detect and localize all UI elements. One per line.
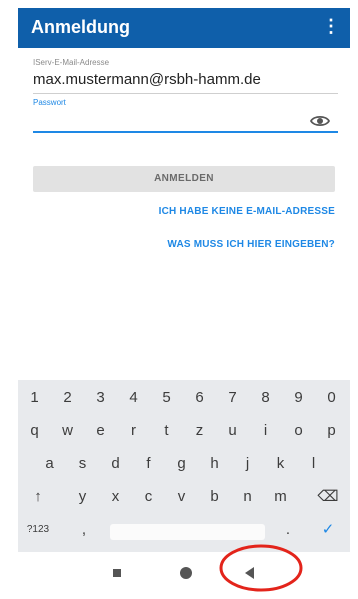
- key-s[interactable]: s: [68, 449, 97, 479]
- key-7[interactable]: 7: [218, 383, 247, 413]
- app-bar-title: Anmeldung: [31, 17, 130, 37]
- key-e[interactable]: e: [86, 416, 115, 446]
- key-3[interactable]: 3: [86, 383, 115, 413]
- recent-apps-icon[interactable]: [113, 569, 121, 577]
- what-to-enter-link[interactable]: WAS MUSS ICH HIER EINGEBEN?: [167, 239, 335, 250]
- key-r[interactable]: r: [119, 416, 148, 446]
- key-4[interactable]: 4: [119, 383, 148, 413]
- key-d[interactable]: d: [101, 449, 130, 479]
- key-w[interactable]: w: [53, 416, 82, 446]
- key-k[interactable]: k: [266, 449, 295, 479]
- email-label: IServ-E-Mail-Adresse: [33, 58, 110, 67]
- keyboard-number-row: 1 2 3 4 5 6 7 8 9 0: [18, 383, 350, 413]
- key-n[interactable]: n: [233, 482, 262, 512]
- key-b[interactable]: b: [200, 482, 229, 512]
- key-q[interactable]: q: [20, 416, 49, 446]
- overflow-menu-icon[interactable]: ⋮: [322, 16, 340, 36]
- key-1[interactable]: 1: [20, 383, 49, 413]
- key-9[interactable]: 9: [284, 383, 313, 413]
- key-z[interactable]: z: [185, 416, 214, 446]
- key-0[interactable]: 0: [317, 383, 346, 413]
- keyboard-row-3: ↑ y x c v b n m ⌫: [18, 482, 350, 512]
- key-m[interactable]: m: [266, 482, 295, 512]
- key-i[interactable]: i: [251, 416, 280, 446]
- key-h[interactable]: h: [200, 449, 229, 479]
- key-j[interactable]: j: [233, 449, 262, 479]
- key-y[interactable]: y: [68, 482, 97, 512]
- on-screen-keyboard: 1 2 3 4 5 6 7 8 9 0 q w e r t z u i o p …: [18, 380, 350, 552]
- key-8[interactable]: 8: [251, 383, 280, 413]
- home-icon[interactable]: [180, 567, 192, 579]
- shift-icon[interactable]: ↑: [20, 482, 56, 512]
- symbols-key[interactable]: ?123: [20, 515, 56, 545]
- key-x[interactable]: x: [101, 482, 130, 512]
- key-t[interactable]: t: [152, 416, 181, 446]
- key-o[interactable]: o: [284, 416, 313, 446]
- password-underline: [33, 131, 338, 133]
- key-2[interactable]: 2: [53, 383, 82, 413]
- show-password-eye-icon[interactable]: [310, 114, 330, 128]
- key-l[interactable]: l: [299, 449, 328, 479]
- key-c[interactable]: c: [134, 482, 163, 512]
- key-v[interactable]: v: [167, 482, 196, 512]
- app-bar: Anmeldung ⋮: [18, 8, 350, 48]
- comma-key[interactable]: ,: [74, 515, 94, 545]
- keyboard-row-1: q w e r t z u i o p: [18, 416, 350, 446]
- login-button[interactable]: ANMELDEN: [33, 166, 335, 192]
- enter-check-icon[interactable]: ✓: [313, 515, 343, 545]
- no-email-link[interactable]: ICH HABE KEINE E-MAIL-ADRESSE: [159, 206, 335, 217]
- key-f[interactable]: f: [134, 449, 163, 479]
- email-field[interactable]: max.mustermann@rsbh-hamm.de: [33, 71, 261, 88]
- login-screen: Anmeldung ⋮ IServ-E-Mail-Adresse max.mus…: [18, 0, 350, 599]
- keyboard-row-2: a s d f g h j k l: [18, 449, 350, 479]
- red-circle-annotation: [219, 544, 303, 592]
- password-label: Passwort: [33, 98, 66, 107]
- key-u[interactable]: u: [218, 416, 247, 446]
- key-6[interactable]: 6: [185, 383, 214, 413]
- backspace-icon[interactable]: ⌫: [310, 482, 346, 512]
- email-underline: [33, 93, 338, 94]
- key-a[interactable]: a: [35, 449, 64, 479]
- key-5[interactable]: 5: [152, 383, 181, 413]
- key-g[interactable]: g: [167, 449, 196, 479]
- space-key[interactable]: [110, 524, 265, 540]
- password-field[interactable]: [33, 110, 317, 132]
- key-p[interactable]: p: [317, 416, 346, 446]
